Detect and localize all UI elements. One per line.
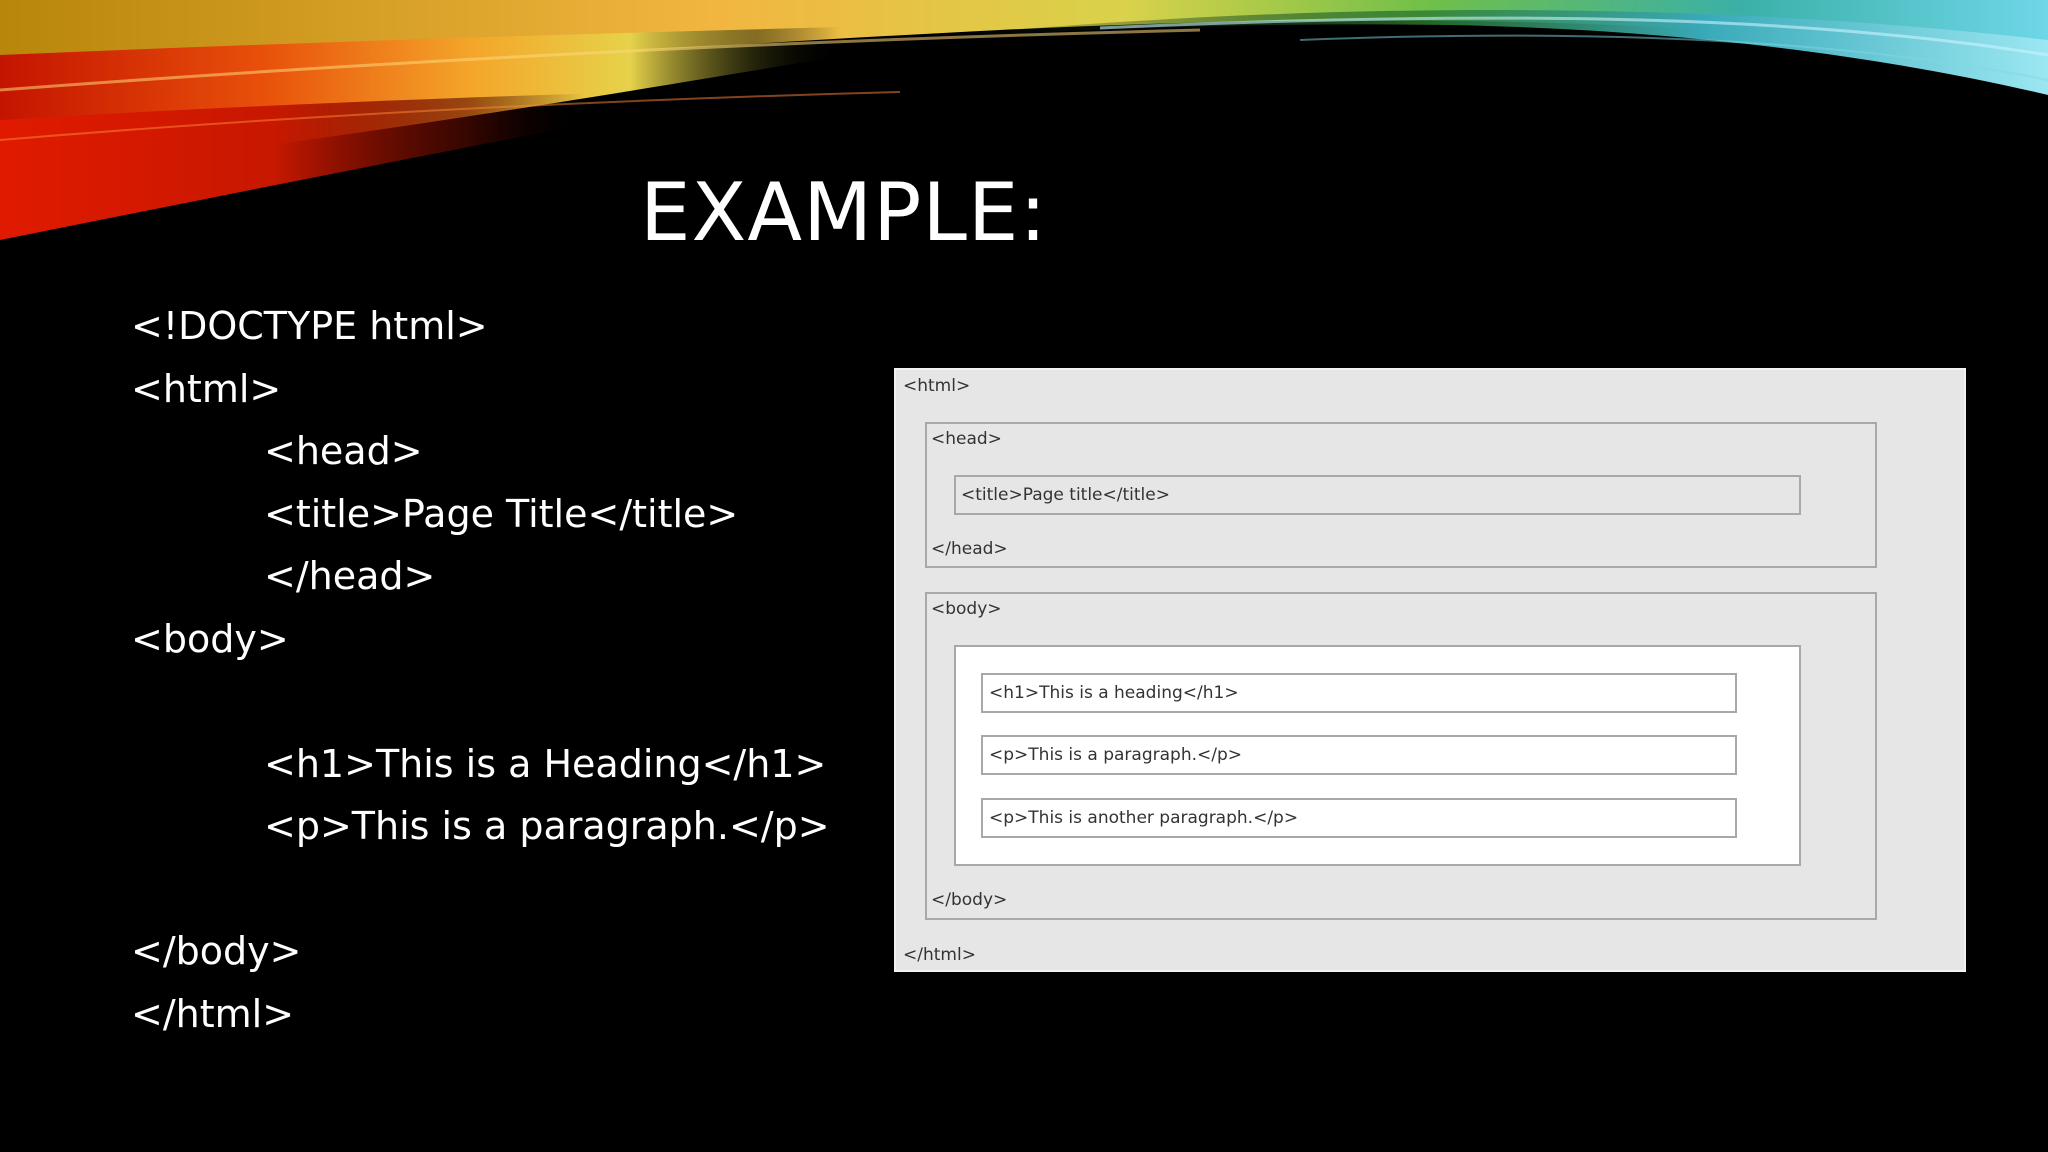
- paragraph-box-label: <p>This is a paragraph.</p>: [989, 745, 1243, 765]
- h1-box: <h1>This is a heading</h1>: [981, 673, 1737, 713]
- body-content-box: <h1>This is a heading</h1> <p>This is a …: [954, 645, 1801, 866]
- code-line: </head>: [264, 554, 436, 598]
- slide-title: EXAMPLE:: [640, 166, 1048, 259]
- paragraph-box: <p>This is a paragraph.</p>: [981, 735, 1737, 775]
- head-open-label: <head>: [931, 429, 1002, 449]
- code-line: <!DOCTYPE html>: [131, 304, 488, 348]
- code-line: <title>Page Title</title>: [264, 491, 739, 536]
- title-box: <title>Page title</title>: [954, 475, 1801, 515]
- another-paragraph-box-label: <p>This is another paragraph.</p>: [989, 808, 1299, 828]
- slide: EXAMPLE: <!DOCTYPE html> <html> <head> <…: [0, 0, 2048, 1152]
- code-line: <body>: [131, 616, 289, 661]
- body-open-label: <body>: [931, 599, 1002, 619]
- code-line: <h1>This is a Heading</h1>: [264, 741, 827, 786]
- code-line: <p>This is a paragraph.</p>: [264, 804, 830, 848]
- head-box: <head> <title>Page title</title> </head>: [925, 422, 1877, 568]
- html-structure-diagram: <html> <head> <title>Page title</title> …: [894, 368, 1966, 972]
- code-line: </html>: [131, 991, 295, 1036]
- title-box-label: <title>Page title</title>: [961, 485, 1170, 505]
- another-paragraph-box: <p>This is another paragraph.</p>: [981, 798, 1737, 838]
- html-close-label: </html>: [903, 945, 976, 965]
- code-line: <head>: [264, 429, 423, 473]
- head-close-label: </head>: [931, 539, 1008, 559]
- code-line: </body>: [131, 929, 302, 973]
- html-code-sample: <!DOCTYPE html> <html> <head> <title>Pag…: [131, 295, 871, 1045]
- html-open-label: <html>: [903, 376, 971, 396]
- body-close-label: </body>: [931, 890, 1008, 910]
- body-box: <body> <h1>This is a heading</h1> <p>Thi…: [925, 592, 1877, 920]
- code-line: <html>: [131, 366, 282, 411]
- h1-box-label: <h1>This is a heading</h1>: [989, 683, 1239, 703]
